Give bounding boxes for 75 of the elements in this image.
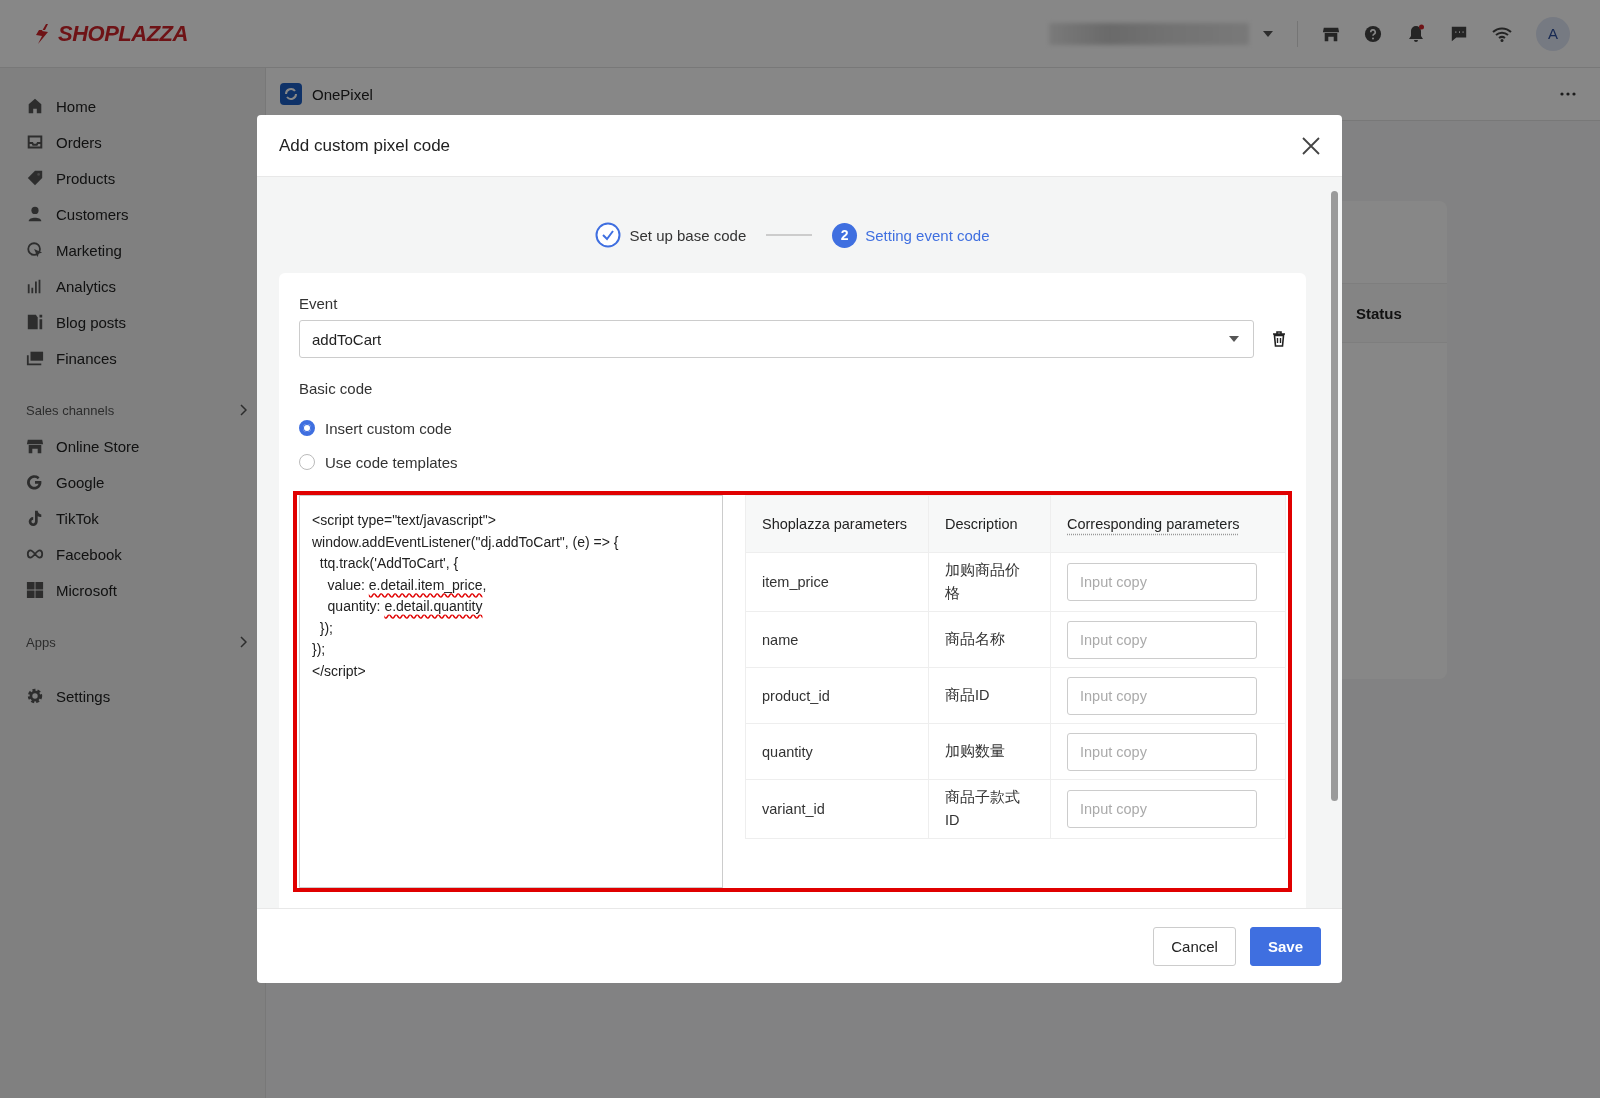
table-cell: 商品名称 bbox=[928, 611, 1051, 668]
column-header: Description bbox=[928, 495, 1051, 553]
radio-button[interactable] bbox=[299, 420, 315, 436]
column-header: Shoplazza parameters bbox=[745, 495, 929, 553]
bell-icon[interactable] bbox=[1406, 23, 1426, 44]
tag-icon bbox=[26, 169, 44, 187]
home-icon bbox=[26, 97, 44, 115]
sidebar-item[interactable]: Microsoft bbox=[26, 572, 247, 608]
app-name: OnePixel bbox=[312, 85, 373, 103]
step-label: Set up base code bbox=[629, 226, 747, 244]
event-select[interactable]: addToCart bbox=[299, 320, 1254, 358]
step-label: Setting event code bbox=[865, 226, 990, 244]
sidebar-item[interactable]: Marketing bbox=[26, 232, 247, 268]
code-field[interactable]: <script type="text/javascript"> window.addEventListener("dj.addToCart", (e) => { ttq.track('AddToCart', { value: e.detail.item_price, quantity: e.detail.quantity }); }); </script> bbox=[299, 495, 723, 888]
note-icon bbox=[26, 509, 44, 527]
table-cell: 加购数量 bbox=[928, 723, 1051, 780]
table-cell: variant_id bbox=[745, 779, 929, 839]
sidebar-item[interactable]: TikTok bbox=[26, 500, 247, 536]
wifi-icon[interactable] bbox=[1492, 25, 1512, 42]
sidebar-item[interactable]: Finances bbox=[26, 340, 247, 376]
target-icon bbox=[26, 241, 44, 259]
radio-label[interactable]: Use code templates bbox=[325, 453, 458, 471]
sidebar-item[interactable]: Blog posts bbox=[26, 304, 247, 340]
input-field[interactable]: Input copy bbox=[1067, 563, 1257, 601]
inbox-icon bbox=[26, 133, 44, 151]
table-cell: 商品ID bbox=[928, 667, 1051, 724]
input-field[interactable]: Input copy bbox=[1067, 732, 1257, 771]
save-button[interactable]: Save bbox=[1249, 926, 1321, 966]
help-icon[interactable] bbox=[1364, 24, 1382, 43]
field-label: Basic code bbox=[299, 380, 374, 397]
more-icon[interactable] bbox=[1560, 92, 1576, 96]
table-cell: quantity bbox=[745, 723, 929, 780]
cancel-button[interactable]: Cancel bbox=[1153, 926, 1236, 966]
input-field[interactable]: Input copy bbox=[1067, 620, 1257, 659]
caret-icon[interactable] bbox=[1263, 30, 1273, 37]
field-label: Event bbox=[299, 295, 339, 312]
table-cell: name bbox=[745, 611, 929, 668]
sidebar-item[interactable]: Facebook bbox=[26, 536, 247, 572]
google-icon bbox=[26, 473, 44, 491]
table-cell: 加购商品价格 bbox=[928, 552, 1051, 612]
step-number: 2 bbox=[832, 222, 858, 248]
close-icon[interactable] bbox=[1302, 136, 1320, 155]
gear-icon bbox=[26, 687, 44, 705]
radio-label[interactable]: Insert custom code bbox=[325, 419, 452, 437]
avatar[interactable]: A bbox=[1536, 16, 1570, 51]
chevron-icon bbox=[240, 404, 247, 416]
logo-text: SHOPLAZZA bbox=[58, 20, 188, 47]
sidebar-item[interactable]: Online Store bbox=[26, 428, 247, 464]
trash-icon[interactable] bbox=[1272, 331, 1286, 347]
table-cell: item_price bbox=[745, 552, 929, 612]
chat-icon[interactable] bbox=[1450, 24, 1468, 43]
section-header[interactable]: Apps bbox=[26, 624, 247, 660]
sidebar-item[interactable]: Customers bbox=[26, 196, 247, 232]
blog-icon bbox=[26, 313, 44, 331]
sidebar-item[interactable]: Analytics bbox=[26, 268, 247, 304]
sidebar-item[interactable]: Home bbox=[26, 88, 247, 124]
app-icon bbox=[280, 83, 302, 105]
column-header: Status bbox=[1356, 304, 1402, 322]
person-icon bbox=[26, 205, 44, 223]
column-header: Corresponding parameters bbox=[1050, 495, 1286, 553]
caret-icon bbox=[1229, 336, 1239, 342]
section-header[interactable]: Sales channels bbox=[26, 392, 247, 428]
sidebar-item[interactable]: Products bbox=[26, 160, 247, 196]
dialog-title: Add custom pixel code bbox=[279, 135, 451, 156]
input-field[interactable]: Input copy bbox=[1067, 676, 1257, 715]
sidebar-item[interactable]: Google bbox=[26, 464, 247, 500]
sidebar-item[interactable]: Orders bbox=[26, 124, 247, 160]
store-icon bbox=[26, 437, 44, 455]
windows-icon bbox=[26, 581, 44, 599]
sidebar-item[interactable]: Settings bbox=[26, 678, 247, 714]
chevron-icon bbox=[240, 636, 247, 648]
input-field[interactable]: Input copy bbox=[1067, 790, 1257, 828]
table-cell: 商品子款式ID bbox=[928, 779, 1051, 839]
table-cell: product_id bbox=[745, 667, 929, 724]
money-icon bbox=[26, 349, 44, 367]
